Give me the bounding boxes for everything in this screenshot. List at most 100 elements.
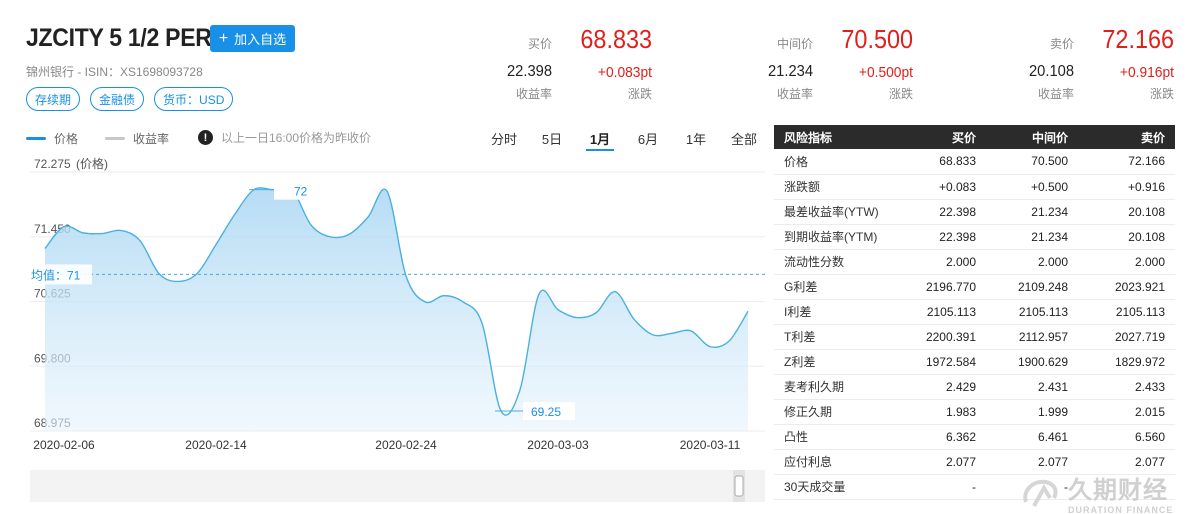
risk-indicator-name: T利差 [774,324,894,350]
bid-change: +0.083pt [597,64,652,81]
watermark-logo-icon [1023,479,1058,507]
price-chart[interactable]: 72.27571.45070.62569.80068.975(价格)均值：717… [0,150,770,514]
header-bid: 买价 [894,125,986,149]
legend-yield-label: 收益率 [133,132,170,146]
mid-change: +0.500pt [858,64,913,81]
bid-label: 买价 [527,37,552,51]
risk-indicator-name: 30天成交量 [774,474,894,500]
table-row: I利差 2105.113 2105.113 2105.113 [774,299,1175,325]
watermark-en: DURATION FINANCE [1068,505,1174,514]
ask-yield-label: 收益率 [1037,87,1074,101]
tag-category[interactable]: 金融债 [90,87,145,111]
risk-indicator-value: 21.234 [986,224,1078,250]
risk-indicator-value: 1.999 [986,399,1078,425]
risk-indicator-value: 20.108 [1078,199,1175,225]
risk-indicator-name: I利差 [774,299,894,325]
ask-change: +0.916pt [1119,64,1174,81]
y-tick-label: 72.275 [34,157,71,171]
risk-indicator-value: +0.916 [1078,174,1175,200]
risk-indicator-name: G利差 [774,274,894,300]
risk-indicator-name: 到期收益率(YTM) [774,224,894,250]
tab-1y[interactable]: 1年 [672,129,720,151]
mid-yield: 21.234 [767,63,813,80]
risk-indicator-value: 2.015 [1078,399,1175,425]
table-row: G利差 2196.770 2109.248 2023.921 [774,274,1175,300]
risk-indicator-value: 20.108 [1078,224,1175,250]
bond-tags: 存续期 金融债 货币：USD [26,87,234,111]
ask-label: 卖价 [1049,37,1074,51]
price-note: ! 以上一日16:00价格为昨收价 [198,129,371,146]
tab-all[interactable]: 全部 [720,129,768,151]
risk-indicator-value: 21.234 [986,199,1078,225]
y-axis-unit-label: (价格) [76,156,108,171]
table-row: 流动性分数 2.000 2.000 2.000 [774,249,1175,275]
risk-indicator-name: 流动性分数 [774,249,894,275]
risk-indicator-value: 2.077 [894,449,986,475]
x-tick-label: 2020-02-14 [185,438,247,452]
x-tick-label: 2020-02-06 [33,438,95,452]
risk-indicator-value: 1.983 [894,399,986,425]
risk-indicator-value: +0.500 [986,174,1078,200]
legend-price[interactable]: 价格 [26,130,78,147]
risk-indicator-value: 1900.629 [986,349,1078,375]
price-note-text: 以上一日16:00价格为昨收价 [221,131,372,145]
tab-5d[interactable]: 5日 [528,129,576,151]
info-icon: ! [198,130,213,145]
mid-price: 70.500 [841,24,913,54]
bond-title: JZCITY 5 1/2 PERP [26,24,227,52]
risk-indicator-value: 2196.770 [894,274,986,300]
risk-indicator-value: 2200.391 [894,324,986,350]
tab-1m[interactable]: 1月 [576,129,624,151]
mid-yield-label: 收益率 [776,87,813,101]
tab-intraday[interactable]: 分时 [480,129,528,151]
risk-indicator-value: 6.560 [1078,424,1175,450]
risk-indicator-value: 2.431 [986,374,1078,400]
tag-status[interactable]: 存续期 [26,87,81,111]
add-to-watchlist-button[interactable]: + 加入自选 [210,25,295,52]
issuer-isin: 锦州银行 - ISIN：XS1698093728 [26,65,203,79]
x-tick-label: 2020-02-24 [375,438,437,452]
yield-line-swatch [105,137,125,140]
risk-indicator-name: 价格 [774,149,894,175]
plus-icon: + [218,29,229,47]
risk-indicator-value: - [894,474,986,500]
risk-indicator-name: 最差收益率(YTW) [774,199,894,225]
risk-indicator-value: 2.000 [1078,249,1175,275]
mid-label: 中间价 [776,37,813,51]
table-row: T利差 2200.391 2112.957 2027.719 [774,324,1175,350]
risk-indicator-name: Z利差 [774,349,894,375]
risk-indicator-name: 涨跌额 [774,174,894,200]
risk-indicator-value: 22.398 [894,224,986,250]
min-label: 69.25 [531,405,561,419]
table-row: 修正久期 1.983 1.999 2.015 [774,399,1175,425]
legend-price-label: 价格 [54,132,79,146]
range-slider-track [30,470,765,502]
risk-indicator-value: 2109.248 [986,274,1078,300]
add-to-watchlist-label: 加入自选 [234,32,287,47]
risk-table-header: 风险指标 买价 中间价 卖价 [774,125,1175,149]
duration-finance-watermark: 久期财经 DURATION FINANCE [1020,470,1173,514]
table-row: 麦考利久期 2.429 2.431 2.433 [774,374,1175,400]
tab-6m[interactable]: 6月 [624,129,672,151]
legend-yield[interactable]: 收益率 [105,130,169,147]
risk-indicator-value: 2023.921 [1078,274,1175,300]
tag-currency[interactable]: 货币：USD [154,87,234,111]
risk-indicator-name: 凸性 [774,424,894,450]
average-label: 均值：71 [31,267,81,282]
period-tabs: 分时 5日 1月 6月 1年 全部 [480,129,768,151]
risk-indicator-name: 应付利息 [774,449,894,475]
x-tick-label: 2020-03-03 [527,438,589,452]
risk-indicator-name: 麦考利久期 [774,374,894,400]
risk-indicator-value: 2.433 [1078,374,1175,400]
bid-yield-label: 收益率 [515,87,552,101]
table-row: Z利差 1972.584 1900.629 1829.972 [774,349,1175,375]
table-row: 价格 68.833 70.500 72.166 [774,149,1175,175]
watermark-cn: 久期财经 [1068,477,1168,504]
ask-price: 72.166 [1102,24,1174,54]
bid-change-label: 涨跌 [627,87,652,101]
range-slider-handle[interactable] [734,475,744,497]
risk-indicator-value: 1972.584 [894,349,986,375]
max-label: 72 [294,185,308,199]
risk-indicator-value: 6.362 [894,424,986,450]
price-area [45,187,748,431]
